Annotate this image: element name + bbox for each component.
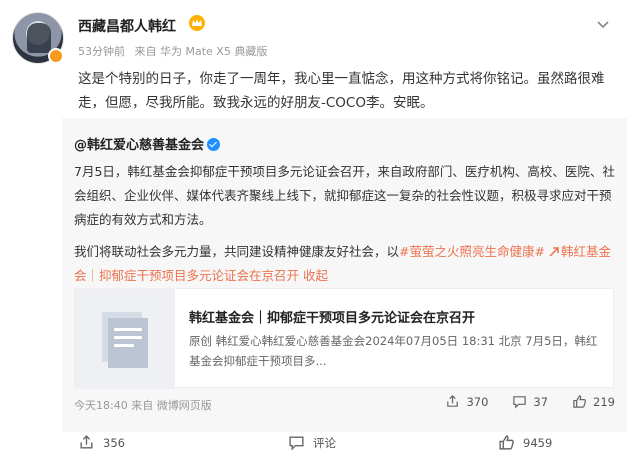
crown-icon <box>189 15 205 31</box>
username[interactable]: 西藏昌都人韩红 <box>78 16 176 36</box>
document-icon <box>102 312 148 368</box>
repost-block: @韩红爱心慈善基金会 7月5日，韩红基金会抑郁症干预项目多元论证会召开，来自政府… <box>62 118 627 432</box>
repost-paragraph: 我们将联动社会多元力量，共同建设精神健康友好社会，以#萤萤之火照亮生命健康# 韩… <box>74 244 611 283</box>
action-bar: 356 评论 9459 <box>0 432 627 458</box>
repost-time[interactable]: 今天18:40 来自 微博网页版 <box>74 397 212 413</box>
share-icon <box>447 395 459 407</box>
comment-button[interactable]: 评论 <box>288 434 336 451</box>
repost-paragraph: 7月5日，韩红基金会抑郁症干预项目多元论证会召开，来自政府部门、医疗机构、高校、… <box>74 164 615 227</box>
repost-share-button[interactable]: 370 <box>445 394 488 409</box>
repost-button[interactable]: 356 <box>78 434 125 451</box>
verified-icon <box>207 138 221 151</box>
post-time[interactable]: 53分钟前 <box>78 45 125 58</box>
post-meta: 53分钟前 来自 华为 Mate X5 典藏版 <box>78 43 273 59</box>
link-icon <box>549 247 559 257</box>
post-source: 来自 华为 Mate X5 典藏版 <box>134 45 268 58</box>
verified-badge-icon <box>48 48 64 64</box>
comment-icon <box>289 436 304 451</box>
comment-icon <box>513 396 527 409</box>
repost-footer: 今天18:40 来自 微博网页版 370 37 219 <box>74 394 615 414</box>
share-icon <box>80 435 93 449</box>
article-card[interactable]: 韩红基金会｜抑郁症干预项目多元论证会在京召开 原创 韩红爱心韩红爱心慈善基金会2… <box>74 288 614 389</box>
repost-text: 7月5日，韩红基金会抑郁症干预项目多元论证会召开，来自政府部门、医疗机构、高校、… <box>74 160 619 296</box>
post-header: 西藏昌都人韩红 53分钟前 来自 华为 Mate X5 典藏版 <box>12 10 615 66</box>
card-title[interactable]: 韩红基金会｜抑郁症干预项目多元论证会在京召开 <box>189 307 475 326</box>
repost-stats: 370 37 219 <box>445 394 615 409</box>
collapse-link[interactable]: 收起 <box>303 268 328 283</box>
card-description: 原创 韩红爱心韩红爱心慈善基金会2024年07月05日 18:31 北京 7月5… <box>189 334 598 368</box>
repost-author[interactable]: @韩红爱心慈善基金会 <box>74 134 221 153</box>
post-text: 这是个特别的日子，你走了一周年，我心里一直惦念，用这种方式将你铭记。虽然路很难走… <box>78 71 605 111</box>
thumbs-up-icon <box>573 395 587 408</box>
chevron-down-icon[interactable] <box>595 16 611 32</box>
like-button[interactable]: 9459 <box>498 434 552 451</box>
repost-like-button[interactable]: 219 <box>572 394 615 409</box>
card-thumbnail <box>75 289 175 389</box>
hashtag-link[interactable]: #萤萤之火照亮生命健康# <box>399 244 545 259</box>
thumbs-up-icon <box>499 435 514 450</box>
repost-comment-button[interactable]: 37 <box>512 394 548 409</box>
